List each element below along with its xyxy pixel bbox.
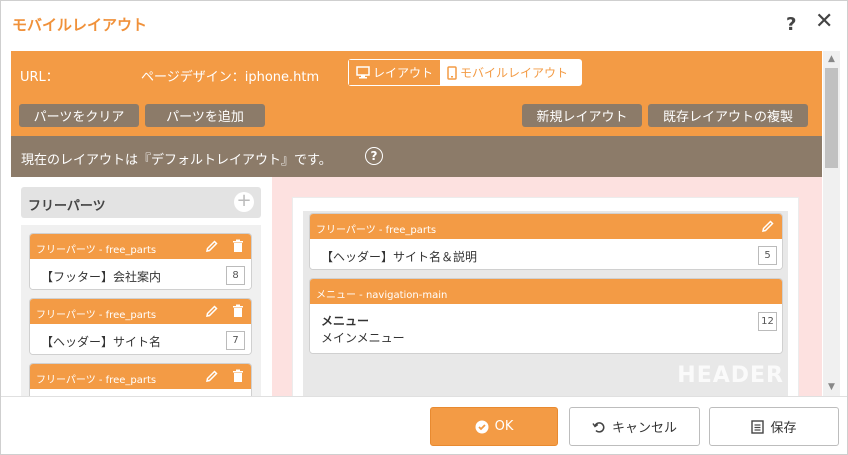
pencil-icon[interactable] [204,303,220,319]
tab-mobile-layout[interactable]: モバイルレイアウト [440,60,576,85]
layout-canvas-panel: フリーパーツ - free_parts 【ヘッダー】サイト名＆説明 5 メニュー… [272,177,822,396]
part-header: メニュー - navigation-main [310,279,782,304]
mobile-canvas: フリーパーツ - free_parts 【ヘッダー】サイト名＆説明 5 メニュー… [292,197,799,396]
part-header: フリーパーツ - free_parts [30,234,251,259]
part-type-label: フリーパーツ - free_parts [36,310,157,321]
page-design-label: ページデザイン：iphone.htm [141,70,320,85]
dialog-title: モバイルレイアウト [12,16,148,34]
part-type-label: フリーパーツ - free_parts [316,225,437,236]
part-body: 【フッター】会社案内 8 [30,259,251,289]
mobile-layout-dialog: モバイルレイアウト ? ✕ URL： ページデザイン：iphone.htm レイ… [0,0,848,455]
free-parts-title: フリーパーツ [28,199,106,214]
free-parts-header: フリーパーツ + [21,187,261,218]
url-bar: URL： ページデザイン：iphone.htm レイアウト モバイルレイアウト [11,51,822,95]
part-header: フリーパーツ - free_parts [30,299,251,324]
dialog-content: URL： ページデザイン：iphone.htm レイアウト モバイルレイアウト … [11,51,822,396]
toolbar: パーツをクリア パーツを追加 新規レイアウト 既存レイアウトの複製 [11,95,822,136]
part-name: メニュー [321,314,370,328]
part-name: 【ヘッダー】サイト名＆説明 [321,250,478,264]
cancel-label: キャンセル [611,421,677,436]
part-body: 【ヘッダー】サイト名 7 [30,324,251,354]
vertical-scrollbar[interactable]: ▲ ▼ [823,51,840,396]
question-circle-icon[interactable]: ? [365,147,383,165]
part-name: 【ヘッダー】サイト名 [41,335,162,349]
free-parts-list: フリーパーツ - free_parts 【フッター】会社案内 8 フリーパーツ … [21,225,261,396]
part-name-wrap: メニュー メインメニュー [321,313,405,347]
part-count-badge: 8 [226,266,245,285]
ok-label: OK [494,419,514,434]
part-body: メニュー メインメニュー 12 [310,304,782,353]
free-parts-panel: フリーパーツ + フリーパーツ - free_parts 【フッター】会社案内 … [11,177,272,396]
part-body [30,389,251,396]
part-header: フリーパーツ - free_parts [30,364,251,389]
list-item[interactable]: フリーパーツ - free_parts [29,363,252,396]
trash-icon[interactable] [230,303,246,319]
tab-layout[interactable]: レイアウト [349,60,441,85]
save-label: 保存 [770,421,797,436]
scroll-down-arrow-icon[interactable]: ▼ [823,379,840,396]
list-item[interactable]: フリーパーツ - free_parts 【フッター】会社案内 8 [29,233,252,290]
part-body: 【ヘッダー】サイト名＆説明 5 [310,239,782,269]
part-count-badge: 7 [226,331,245,350]
tab-layout-label: レイアウト [373,66,434,80]
part-type-label: メニュー - navigation-main [316,290,448,301]
part-count-badge: 12 [758,312,777,331]
plus-circle-icon[interactable]: + [234,192,254,212]
layout-mode-toggle: レイアウト モバイルレイアウト [348,59,582,86]
url-label: URL： [20,70,59,85]
dialog-footer: OK キャンセル 保存 [1,396,847,454]
scrollbar-thumb[interactable] [825,68,838,168]
new-layout-button[interactable]: 新規レイアウト [522,104,642,127]
tab-mobile-layout-label: モバイルレイアウト [460,66,569,80]
cancel-button[interactable]: キャンセル [569,407,700,446]
pencil-icon[interactable] [204,238,220,254]
list-item[interactable]: フリーパーツ - free_parts 【ヘッダー】サイト名＆説明 5 [309,213,783,270]
save-document-icon [751,419,765,434]
header-zone-label: HEADER [677,363,784,388]
add-parts-button[interactable]: パーツを追加 [145,104,265,127]
clear-parts-button[interactable]: パーツをクリア [19,104,139,127]
check-circle-icon [475,420,489,433]
copy-layout-button[interactable]: 既存レイアウトの複製 [648,104,808,127]
trash-icon[interactable] [230,238,246,254]
close-icon[interactable]: ✕ [815,11,833,33]
part-count-badge: 5 [758,246,777,265]
pencil-icon[interactable] [760,218,776,234]
list-item[interactable]: メニュー - navigation-main メニュー メインメニュー 12 [309,278,783,354]
help-icon[interactable]: ? [786,14,796,35]
part-header: フリーパーツ - free_parts [310,214,782,239]
list-item[interactable]: フリーパーツ - free_parts 【ヘッダー】サイト名 7 [29,298,252,355]
part-type-label: フリーパーツ - free_parts [36,245,157,256]
pencil-icon[interactable] [204,368,220,384]
part-description: メインメニュー [321,331,405,345]
part-name: 【フッター】会社案内 [41,270,162,284]
mobile-icon [447,65,457,80]
ok-button[interactable]: OK [430,407,558,446]
scroll-up-arrow-icon[interactable]: ▲ [823,51,840,68]
undo-icon [592,421,605,433]
part-type-label: フリーパーツ - free_parts [36,375,157,386]
header-zone[interactable]: フリーパーツ - free_parts 【ヘッダー】サイト名＆説明 5 メニュー… [303,211,788,396]
current-layout-text: 現在のレイアウトは『デフォルトレイアウト』です。 [21,153,332,168]
trash-icon[interactable] [230,368,246,384]
desktop-icon [356,66,370,79]
current-layout-info: 現在のレイアウトは『デフォルトレイアウト』です。 ? [11,136,822,177]
save-button[interactable]: 保存 [709,407,839,446]
dialog-titlebar: モバイルレイアウト ? ✕ [1,1,847,51]
